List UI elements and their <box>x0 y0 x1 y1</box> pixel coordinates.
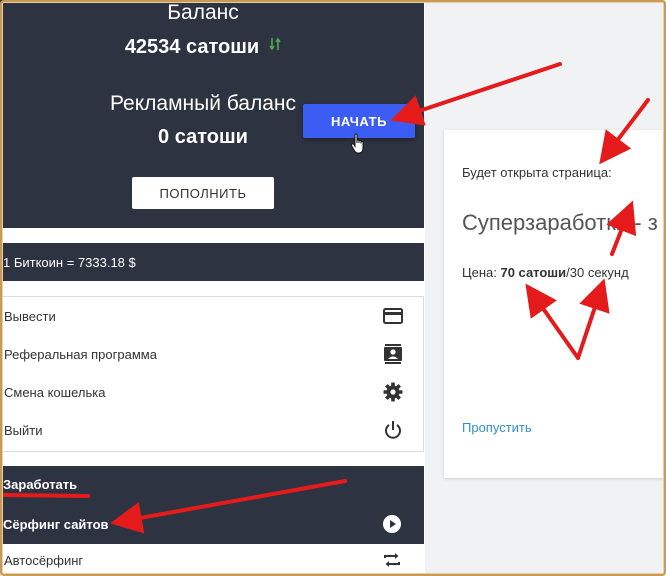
power-icon <box>383 420 403 440</box>
price-value: 70 сатоши <box>500 265 567 280</box>
balance-title: Баланс <box>167 1 239 24</box>
top-up-button[interactable]: ПОПОЛНИТЬ <box>132 177 274 209</box>
menu-item-referral[interactable]: Реферальная программа <box>1 335 423 373</box>
balance-value-row: 42534 сатоши <box>0 34 406 59</box>
menu-item-change-wallet[interactable]: Смена кошелька <box>1 373 423 411</box>
play-circle-icon <box>382 514 402 534</box>
repeat-icon <box>382 550 402 570</box>
menu-item-withdraw[interactable]: Вывести <box>1 297 423 335</box>
preview-price: Цена: 70 сатоши/30 секунд <box>462 265 629 280</box>
autosurfing-label: Автосёрфинг <box>4 552 84 568</box>
surfing-label: Сёрфинг сайтов <box>3 516 109 532</box>
exchange-rate-text: 1 Биткоин = 7333.18 $ <box>3 254 136 270</box>
earn-header: Заработать <box>3 477 78 492</box>
account-menu: Вывести Реферальная программа Смена коше… <box>0 296 424 452</box>
price-prefix: Цена: <box>462 265 501 280</box>
contacts-icon <box>383 344 403 364</box>
page-preview-card: Будет открыта страница: Суперзаработки -… <box>444 130 666 478</box>
preview-label: Будет открыта страница: <box>462 165 612 180</box>
menu-item-logout[interactable]: Выйти <box>1 411 423 449</box>
menu-item-site-surfing[interactable]: Сёрфинг сайтов <box>0 505 424 543</box>
menu-item-label: Реферальная программа <box>4 346 157 362</box>
credit-card-icon <box>383 306 403 326</box>
balance-card: Баланс 42534 сатоши Рекламный баланс 0 с… <box>0 0 424 228</box>
exchange-rate-bar: 1 Биткоин = 7333.18 $ <box>0 243 424 281</box>
balance-value: 42534 сатоши <box>124 36 260 58</box>
menu-item-label: Вывести <box>4 308 56 324</box>
price-suffix: /30 секунд <box>566 265 629 280</box>
preview-site-title: Суперзаработки - з <box>462 210 658 235</box>
menu-item-label: Выйти <box>4 422 43 438</box>
gear-icon <box>383 382 403 402</box>
skip-link[interactable]: Пропустить <box>462 420 532 435</box>
hand-cursor-icon <box>350 133 368 160</box>
menu-item-label: Смена кошелька <box>4 384 106 400</box>
menu-item-autosurfing[interactable]: Автосёрфинг <box>0 544 424 576</box>
swap-vertical-icon[interactable] <box>269 34 281 57</box>
